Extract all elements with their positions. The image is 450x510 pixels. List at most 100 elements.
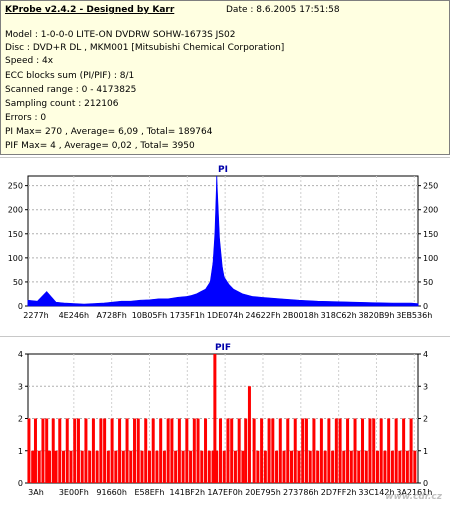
pif-bar	[297, 450, 301, 483]
pif-ytick-label-left: 0	[18, 479, 23, 488]
pi-ytick-label-right: 0	[423, 302, 428, 311]
report-speed: Speed : 4x	[5, 56, 54, 66]
pif-xtick-label: 3Ah	[28, 488, 44, 497]
pif-chart: PIF 0 0 1 1 2 2 3 3 4 4 3Ah 3E00Fh 91660h E58EFh 141BF2…	[18, 343, 432, 497]
pif-bar	[368, 418, 372, 483]
pif-bar	[41, 418, 45, 483]
pif-bar	[136, 418, 140, 483]
pif-bar	[361, 418, 365, 483]
pi-xtick-label: 1735F1h	[170, 311, 205, 320]
pif-bar	[413, 450, 417, 483]
pi-ytick-label-left: 250	[8, 182, 23, 191]
report-model: Model : 1-0-0-0 LITE-ON DVDRW SOHW-1673S…	[5, 30, 236, 40]
pif-ytick-label-right: 4	[423, 350, 428, 359]
pif-bar	[110, 418, 114, 483]
pif-bar	[409, 418, 413, 483]
pif-bar	[162, 450, 166, 483]
pif-bar	[54, 450, 58, 483]
pif-xtick-label: E58EFh	[135, 488, 165, 497]
pif-bar	[226, 418, 230, 483]
pif-xtick-label: 3E00Fh	[59, 488, 89, 497]
pif-bar	[398, 450, 402, 483]
pif-bar	[118, 418, 122, 483]
pif-bar	[103, 418, 107, 483]
pif-ytick-label-right: 0	[423, 479, 428, 488]
pif-bar	[159, 418, 163, 483]
pif-bar	[331, 450, 335, 483]
pif-bar	[47, 450, 51, 483]
pi-ytick-label-right: 50	[423, 278, 433, 287]
pif-bar	[233, 450, 237, 483]
pif-bar	[394, 418, 398, 483]
pif-bar	[80, 450, 84, 483]
pif-bar	[241, 450, 245, 483]
pif-bar	[353, 418, 357, 483]
pif-bar	[73, 418, 77, 483]
pif-bar	[357, 450, 361, 483]
pif-bar	[286, 418, 290, 483]
pi-xtick-label: 1DE074h	[207, 311, 244, 320]
pif-bar	[31, 450, 35, 483]
pif-bar	[375, 450, 379, 483]
pif-bar	[252, 418, 256, 483]
pif-bar	[84, 418, 88, 483]
pi-ytick-label-left: 100	[8, 254, 23, 263]
pif-bar	[27, 418, 31, 483]
pif-bar	[312, 418, 316, 483]
pif-bar	[204, 418, 208, 483]
pif-xtick-label: 141BF2h	[170, 488, 206, 497]
pif-ytick-label-left: 4	[18, 350, 23, 359]
pif-xtick-label: 273786h	[283, 488, 319, 497]
pif-bar	[372, 418, 376, 483]
pif-ytick-label-left: 1	[18, 447, 23, 456]
pif-bar	[215, 450, 219, 483]
watermark: www.cdr.cz	[385, 492, 442, 502]
report-pi-stats: PI Max= 270 , Average= 6,09 , Total= 189…	[5, 127, 213, 137]
pif-bar	[383, 450, 387, 483]
pif-bar	[121, 450, 125, 483]
pif-bar	[338, 418, 342, 483]
pif-bar	[147, 450, 151, 483]
pi-ytick-label-left: 150	[8, 230, 23, 239]
pif-bar	[155, 450, 159, 483]
report-range: Scanned range : 0 - 4173825	[5, 85, 137, 95]
pif-bar	[65, 418, 69, 483]
pi-ytick-label-right: 100	[423, 254, 438, 263]
pif-bar	[260, 418, 264, 483]
pif-xtick-label: 20E795h	[245, 488, 281, 497]
pif-bar	[323, 450, 327, 483]
pif-bar	[349, 450, 353, 483]
pif-bar	[275, 450, 279, 483]
pi-ytick-label-right: 150	[423, 230, 438, 239]
pif-bar	[51, 418, 55, 483]
pif-bar	[58, 418, 62, 483]
pif-bar	[271, 418, 275, 483]
pif-bar	[319, 418, 323, 483]
pif-bar	[308, 450, 312, 483]
report-panel: KProbe v2.4.2 - Designed by Karr Date : …	[0, 0, 450, 155]
pif-bar	[364, 450, 368, 483]
pif-bar	[33, 418, 37, 483]
pif-bar	[237, 418, 241, 483]
pif-bar	[327, 418, 331, 483]
pif-bar	[379, 418, 383, 483]
pif-ytick-label-right: 1	[423, 447, 428, 456]
pif-xtick-label: 1A7EF0h	[207, 488, 242, 497]
report-errors: Errors : 0	[5, 113, 47, 123]
pif-bar	[267, 418, 271, 483]
pif-bar	[256, 450, 260, 483]
pif-bar	[129, 450, 133, 483]
pif-bar	[37, 450, 41, 483]
pif-bar	[405, 450, 409, 483]
pif-bar	[402, 418, 406, 483]
pif-bar	[177, 418, 181, 483]
pi-ytick-label-right: 250	[423, 182, 438, 191]
pif-bar	[334, 418, 338, 483]
report-title: KProbe v2.4.2 - Designed by Karr	[5, 5, 175, 15]
pif-bar	[278, 418, 282, 483]
pif-bar	[185, 418, 189, 483]
pif-bar	[263, 450, 267, 483]
pi-xtick-label: 24622Fh	[245, 311, 280, 320]
pif-bar	[45, 418, 49, 483]
pif-bar	[196, 418, 200, 483]
